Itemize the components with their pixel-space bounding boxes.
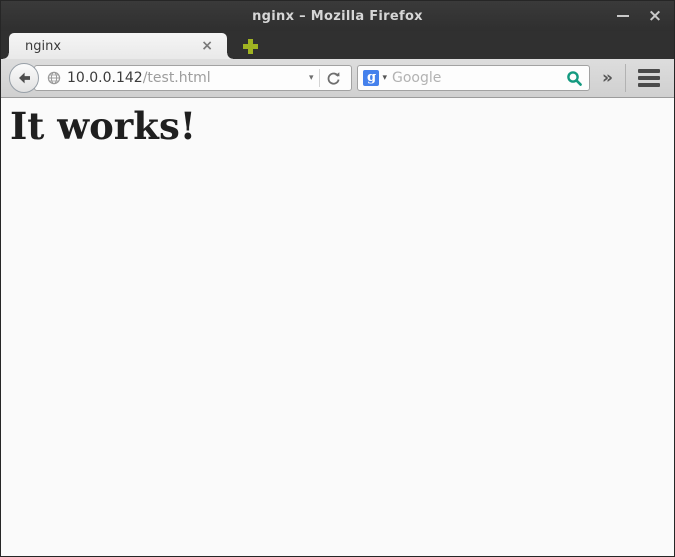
- page-heading: It works!: [10, 104, 197, 148]
- url-bar[interactable]: 10.0.0.142 /test.html ▾: [34, 65, 353, 91]
- google-favicon-icon: g: [363, 70, 380, 86]
- search-icon: [567, 70, 582, 86]
- titlebar: nginx – Mozilla Firefox ×: [1, 1, 674, 31]
- reload-button[interactable]: [320, 71, 347, 86]
- globe-icon: [47, 71, 61, 85]
- page-content: It works!: [1, 98, 674, 556]
- minimize-icon: [617, 15, 629, 17]
- tab-close-button[interactable]: ×: [197, 39, 217, 53]
- navigation-toolbar: 10.0.0.142 /test.html ▾ g ▾ »: [1, 59, 674, 98]
- close-icon: ×: [647, 5, 663, 26]
- search-input[interactable]: [392, 70, 567, 86]
- url-dropdown-button[interactable]: ▾: [303, 73, 320, 83]
- reload-icon: [328, 71, 340, 85]
- tab-label: nginx: [25, 38, 62, 54]
- hamburger-menu-icon: [638, 69, 660, 73]
- overflow-button[interactable]: »: [590, 68, 623, 88]
- minimize-button[interactable]: [614, 7, 632, 25]
- tab-strip: nginx ×: [1, 31, 674, 59]
- back-arrow-icon: [19, 72, 30, 84]
- search-engine-dropdown[interactable]: ▾: [379, 73, 392, 83]
- window-title: nginx – Mozilla Firefox: [252, 8, 423, 24]
- toolbar-divider: [625, 64, 626, 92]
- url-host: 10.0.0.142: [67, 70, 143, 86]
- menu-button[interactable]: [634, 63, 664, 93]
- window-controls: ×: [614, 1, 664, 31]
- browser-window: nginx – Mozilla Firefox × nginx × 10.0.0…: [0, 0, 675, 557]
- back-button[interactable]: [9, 63, 39, 93]
- url-path: /test.html: [142, 70, 211, 86]
- search-go-button[interactable]: [566, 70, 583, 87]
- new-tab-button[interactable]: [235, 33, 265, 59]
- tab-nginx[interactable]: nginx ×: [3, 33, 233, 59]
- window-close-button[interactable]: ×: [646, 7, 664, 25]
- plus-icon: [242, 38, 258, 54]
- search-box[interactable]: g ▾: [357, 65, 591, 91]
